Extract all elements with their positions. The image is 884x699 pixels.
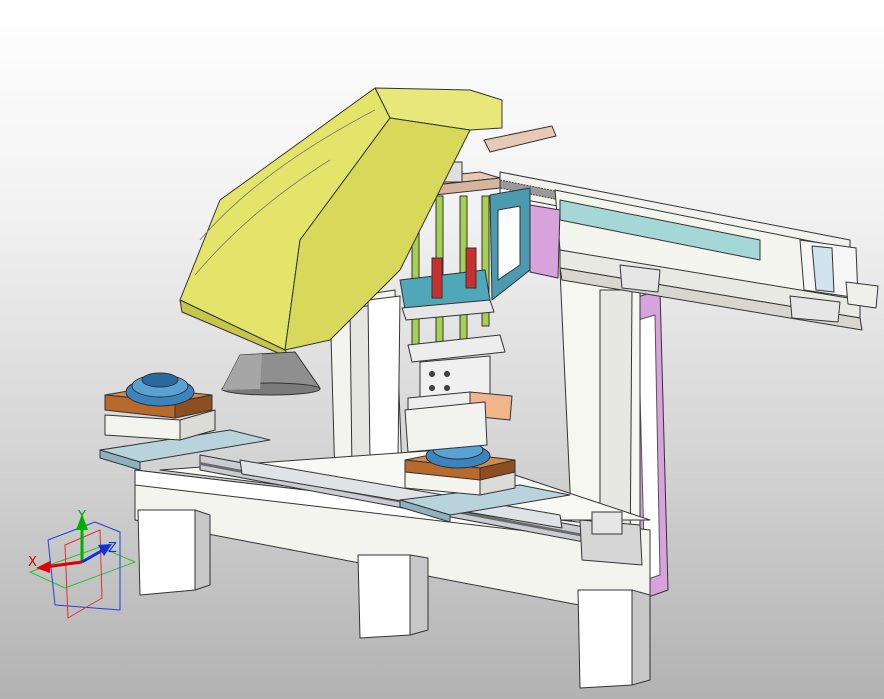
z-axis-label: Z — [108, 541, 117, 556]
x-axis-label: X — [28, 555, 37, 570]
focus-lens-cone — [221, 351, 321, 396]
y-axis-label: Y — [77, 509, 86, 524]
laser-housing — [179, 87, 503, 359]
cad-viewport[interactable]: X Y Z — [0, 0, 884, 699]
gantry-beam — [483, 125, 879, 331]
coordinate-triad[interactable]: X Y Z — [28, 509, 136, 619]
assembly-model[interactable]: X Y Z — [0, 0, 884, 699]
